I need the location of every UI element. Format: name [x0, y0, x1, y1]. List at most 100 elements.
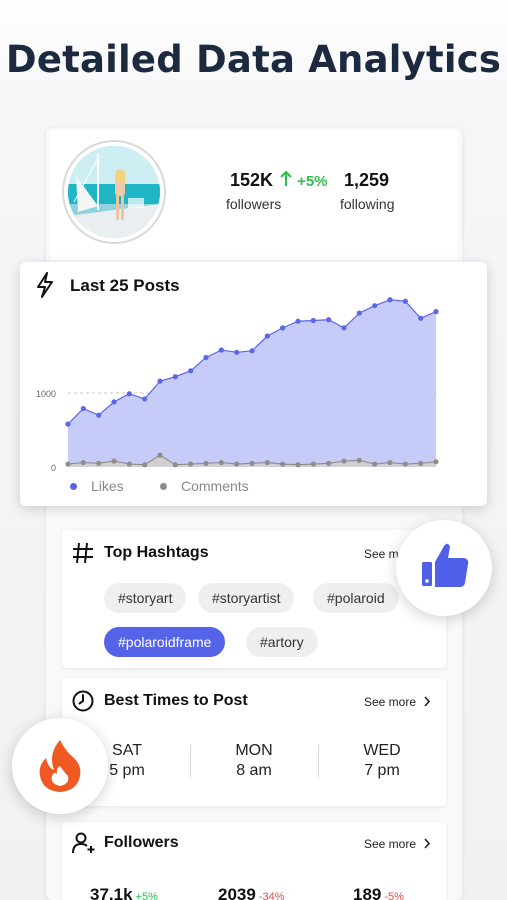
- data-point-likes: [310, 317, 316, 324]
- data-point-comments: [418, 460, 424, 466]
- data-point-comments: [234, 461, 240, 467]
- like-fab[interactable]: [396, 520, 492, 616]
- data-point-comments: [203, 460, 209, 466]
- data-point-likes: [418, 315, 424, 321]
- followers-stat-value: 2039: [218, 885, 256, 900]
- data-point-likes: [65, 421, 71, 427]
- data-point-likes: [96, 412, 102, 418]
- hashtag-icon: [73, 542, 93, 564]
- followers-stat-change: +5%: [135, 891, 158, 900]
- avatar-photo: [68, 146, 160, 238]
- followers-stat: 189 -5%: [353, 885, 404, 900]
- followers-value: 152K: [230, 170, 274, 190]
- data-point-likes: [203, 354, 209, 361]
- data-point-comments: [280, 461, 286, 467]
- data-point-comments: [96, 460, 102, 466]
- followers-stat: 37.1k +5%: [90, 885, 158, 900]
- best-times-see-more[interactable]: See more: [364, 695, 431, 709]
- data-point-comments: [172, 462, 178, 468]
- trending-fab[interactable]: [12, 718, 108, 814]
- data-point-likes: [433, 309, 439, 315]
- followers-growth: +5%: [297, 173, 328, 190]
- hashtags-title: Top Hashtags: [104, 544, 209, 561]
- legend-comments-label: Comments: [181, 478, 249, 494]
- followers-see-more[interactable]: See more: [364, 837, 431, 851]
- data-point-comments: [126, 461, 132, 467]
- data-point-likes: [142, 396, 148, 402]
- followers-stat-value: 37.1k: [90, 885, 133, 900]
- data-point-likes: [372, 303, 378, 309]
- data-point-likes: [295, 318, 301, 324]
- best-time-hour: 7 pm: [364, 762, 400, 779]
- data-point-comments: [218, 459, 224, 466]
- data-point-comments: [433, 459, 439, 465]
- data-point-comments: [341, 458, 347, 464]
- y-tick-0: 0: [51, 463, 56, 473]
- best-time-day: MON: [235, 742, 273, 759]
- user-plus-icon: [72, 832, 95, 854]
- followers-stat-change: -5%: [384, 891, 404, 900]
- data-point-likes: [387, 297, 393, 303]
- data-point-comments: [402, 461, 408, 467]
- data-point-likes: [157, 378, 163, 384]
- data-point-likes: [356, 310, 362, 316]
- followers-title: Followers: [104, 834, 179, 851]
- data-point-comments: [111, 458, 117, 464]
- data-point-comments: [188, 461, 194, 467]
- followers-stat: 2039 -34%: [218, 885, 285, 900]
- followers-label: followers: [226, 196, 282, 212]
- legend-likes: Likes: [70, 478, 124, 494]
- series-area-likes: [68, 299, 436, 467]
- best-times-see-more-label: See more: [364, 695, 417, 709]
- data-point-likes: [188, 368, 194, 374]
- data-point-comments: [264, 459, 270, 466]
- arrow-up-icon: [280, 170, 292, 186]
- data-point-likes: [280, 325, 286, 331]
- data-point-comments: [80, 459, 86, 466]
- hashtag-chip[interactable]: #storyartist: [198, 583, 295, 613]
- hashtag-chip[interactable]: #artory: [246, 627, 318, 657]
- time-divider: [318, 745, 319, 777]
- data-point-likes: [249, 348, 255, 354]
- hashtag-chip-selected[interactable]: #polaroidframe: [104, 627, 226, 657]
- best-time-hour: 8 am: [236, 762, 272, 779]
- hashtag-chip[interactable]: #storyart: [104, 583, 187, 613]
- following-count: 1,259: [344, 170, 390, 190]
- data-point-comments: [249, 460, 255, 466]
- following-label: following: [340, 196, 395, 212]
- chevron-right-icon: [424, 838, 431, 849]
- data-point-comments: [326, 460, 332, 466]
- data-point-likes: [402, 298, 408, 304]
- posts-chart: 1000 0: [36, 297, 439, 473]
- best-times-title: Best Times to Post: [104, 692, 248, 709]
- data-point-comments: [372, 461, 378, 467]
- data-point-comments: [310, 461, 316, 467]
- data-point-likes: [80, 405, 86, 412]
- avatar[interactable]: [62, 140, 166, 244]
- followers-stat-value: 189: [353, 885, 382, 900]
- data-point-comments: [157, 452, 163, 458]
- data-point-likes: [326, 317, 332, 323]
- followers-stat-change: -34%: [258, 891, 285, 900]
- data-point-comments: [65, 461, 71, 467]
- followers-count: 152K +5%: [230, 170, 328, 191]
- legend-comments: Comments: [160, 478, 249, 494]
- chevron-right-icon: [424, 696, 431, 707]
- legend-likes-label: Likes: [91, 478, 124, 494]
- data-point-likes: [111, 399, 117, 405]
- fire-icon: [39, 740, 81, 792]
- legend-comments-swatch: [160, 482, 167, 490]
- data-point-comments: [295, 462, 301, 468]
- y-tick-1000: 1000: [36, 389, 56, 399]
- hashtag-chip[interactable]: #polaroid: [313, 583, 399, 613]
- data-point-comments: [142, 462, 148, 468]
- best-time-day: WED: [363, 742, 401, 759]
- legend-likes-swatch: [70, 482, 77, 490]
- data-point-likes: [172, 374, 178, 380]
- clock-icon: [72, 690, 94, 712]
- data-point-likes: [264, 333, 270, 339]
- data-point-comments: [387, 459, 393, 466]
- data-point-likes: [341, 325, 347, 331]
- time-divider: [190, 745, 191, 777]
- thumbs-up-icon: [422, 543, 469, 587]
